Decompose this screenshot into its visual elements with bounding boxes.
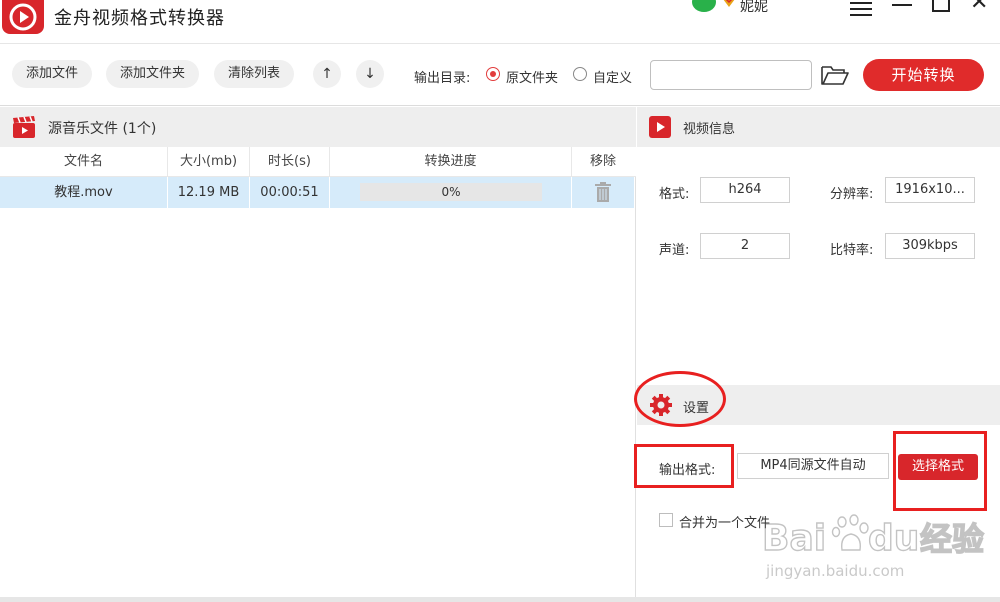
resolution-label: 分辨率: xyxy=(830,187,874,202)
column-header-duration: 时长(s) xyxy=(250,147,330,177)
menu-icon[interactable] xyxy=(850,2,872,16)
column-header-size: 大小(mb) xyxy=(168,147,250,177)
clear-list-button[interactable]: 清除列表 xyxy=(214,60,295,88)
wechat-icon[interactable] xyxy=(692,0,716,12)
annotation-box-format-label xyxy=(634,444,734,488)
maximize-icon[interactable] xyxy=(932,0,950,12)
close-icon[interactable]: ✕ xyxy=(970,0,988,14)
bitrate-value: 309kbps xyxy=(885,233,975,259)
file-list-title: 源音乐文件 (1个) xyxy=(48,121,157,137)
radio-source-folder[interactable] xyxy=(486,67,500,81)
merge-checkbox[interactable] xyxy=(659,513,673,527)
file-list-header: 源音乐文件 (1个) xyxy=(0,107,636,147)
minimize-icon[interactable] xyxy=(892,4,912,6)
merge-label[interactable]: 合并为一个文件 xyxy=(679,512,770,531)
format-label: 格式: xyxy=(659,187,690,202)
folder-open-icon[interactable] xyxy=(820,63,850,87)
radio-custom-label[interactable]: 自定义 xyxy=(593,67,632,86)
bitrate-label: 比特率: xyxy=(830,243,874,258)
output-path-input[interactable] xyxy=(650,60,812,90)
output-dir-label: 输出目录: xyxy=(414,71,471,86)
start-convert-button[interactable]: 开始转换 xyxy=(863,59,984,91)
format-value: h264 xyxy=(700,177,790,203)
add-folder-button[interactable]: 添加文件夹 xyxy=(106,60,200,88)
table-row[interactable]: 教程.mov 12.19 MB 00:00:51 0% xyxy=(0,177,634,208)
radio-custom[interactable] xyxy=(573,67,587,81)
watermark-brand: Bai xyxy=(762,518,826,559)
file-name-cell: 教程.mov xyxy=(0,177,168,208)
output-format-field[interactable]: MP4同源文件自动 xyxy=(737,453,889,479)
app-logo-icon xyxy=(2,0,44,34)
table-header: 文件名 大小(mb) 时长(s) 转换进度 移除 xyxy=(0,147,636,177)
play-video-icon xyxy=(649,116,671,138)
channel-value: 2 xyxy=(700,233,790,259)
toolbar: 添加文件 添加文件夹 清除列表 ↑ ↓ 输出目录: 原文件夹 自定义 开始转换 xyxy=(0,44,1000,106)
radio-source-folder-label[interactable]: 原文件夹 xyxy=(506,67,558,86)
file-duration-cell: 00:00:51 xyxy=(250,177,330,208)
column-header-filename: 文件名 xyxy=(0,147,168,177)
trash-icon[interactable] xyxy=(594,182,612,202)
resolution-value: 1916x10... xyxy=(885,177,975,203)
file-size-cell: 12.19 MB xyxy=(168,177,250,208)
annotation-circle xyxy=(634,371,726,427)
watermark-brand2: du xyxy=(868,518,919,559)
clapperboard-icon xyxy=(13,116,35,138)
column-header-remove: 移除 xyxy=(589,154,616,169)
paw-icon xyxy=(831,514,869,551)
video-info-header: 视频信息 xyxy=(637,107,1000,147)
watermark-brand-cn: 经验 xyxy=(920,520,984,558)
move-up-button[interactable]: ↑ xyxy=(313,60,341,88)
video-info-title: 视频信息 xyxy=(683,122,736,137)
watermark-url: jingyan.baidu.com xyxy=(765,562,904,580)
title-bar: 金舟视频格式转换器 妮妮 ✕ xyxy=(0,0,1000,44)
move-down-button[interactable]: ↓ xyxy=(356,60,384,88)
channel-label: 声道: xyxy=(659,243,690,258)
vip-badge-icon xyxy=(723,0,735,7)
add-file-button[interactable]: 添加文件 xyxy=(12,60,93,88)
app-title: 金舟视频格式转换器 xyxy=(54,8,225,29)
user-name[interactable]: 妮妮 xyxy=(740,0,768,16)
progress-bar: 0% xyxy=(360,183,542,201)
column-header-progress: 转换进度 xyxy=(330,147,572,177)
file-list-panel: 源音乐文件 (1个) 文件名 大小(mb) 时长(s) 转换进度 移除 教程.m… xyxy=(0,107,636,597)
baidu-watermark: Bai du 经验 jingyan.baidu.com xyxy=(761,514,985,580)
annotation-box-format-button xyxy=(893,431,987,511)
